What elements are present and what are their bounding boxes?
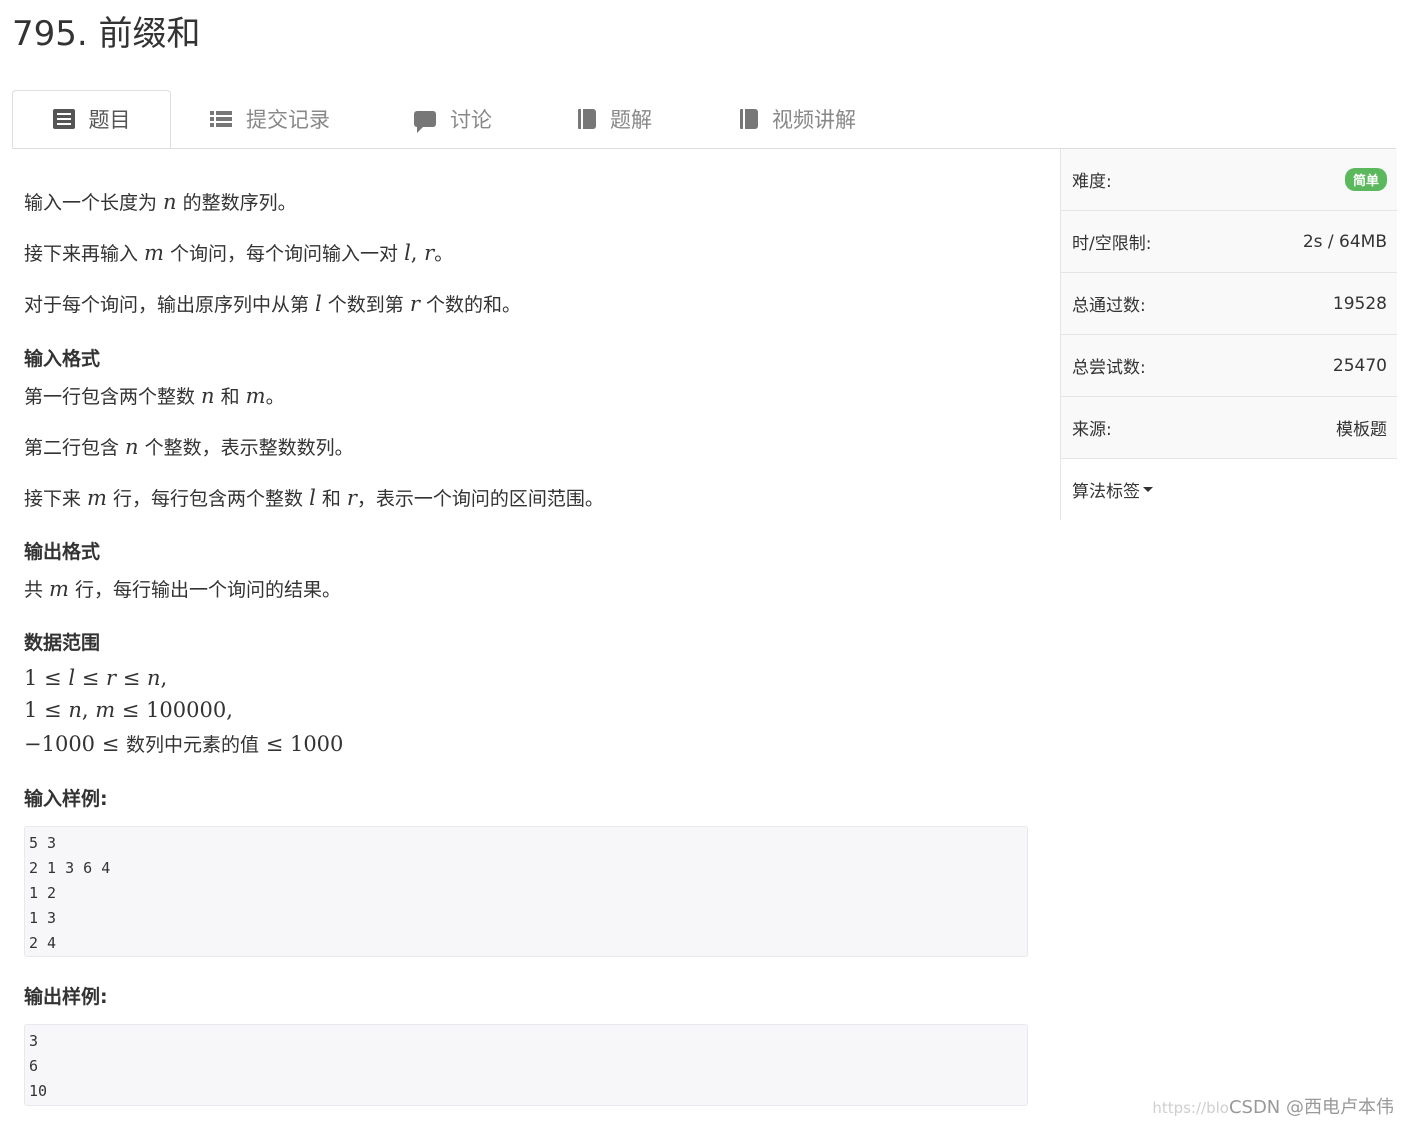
description-line-3: 对于每个询问，输出原序列中从第 l 个数到第 r 个数的和。 <box>24 292 521 316</box>
tab-label: 视频讲解 <box>772 108 856 132</box>
tried-value: 25470 <box>1332 355 1387 376</box>
passed-row: 总通过数: 19528 <box>1061 273 1397 335</box>
tab-label: 讨论 <box>450 108 492 132</box>
data-range-line-2: 1 ≤ n, m ≤ 100000, <box>24 698 233 722</box>
code-line: 2 4 <box>29 934 57 952</box>
code-line: 1 3 <box>29 909 57 927</box>
description-line-1: 输入一个长度为 n 的整数序列。 <box>24 190 297 214</box>
input-format-line-3: 接下来 m 行，每行包含两个整数 l 和 r，表示一个询问的区间范围。 <box>24 486 604 510</box>
source-row: 来源: 模板题 <box>1061 397 1397 459</box>
limit-label: 时/空限制: <box>1072 234 1152 254</box>
tried-row: 总尝试数: 25470 <box>1061 335 1397 397</box>
tab-label: 题目 <box>88 108 131 132</box>
problem-info-panel: 难度: 简单 时/空限制: 2s / 64MB 总通过数: 19528 总尝试数… <box>1060 149 1397 520</box>
data-range-line-1: 1 ≤ l ≤ r ≤ n, <box>24 666 168 690</box>
passed-value: 19528 <box>1332 293 1387 314</box>
sample-output-heading: 输出样例: <box>24 986 108 1008</box>
tab-solutions[interactable]: 题解 <box>578 90 652 148</box>
limit-row: 时/空限制: 2s / 64MB <box>1061 211 1397 273</box>
passed-label: 总通过数: <box>1072 296 1146 316</box>
code-line: 10 <box>29 1082 48 1100</box>
watermark: https://bloCSDN @西电卢本伟 <box>1152 1097 1394 1118</box>
code-line: 5 3 <box>29 834 57 852</box>
tab-label: 题解 <box>610 108 652 132</box>
difficulty-row: 难度: 简单 <box>1061 149 1397 211</box>
limit-value: 2s / 64MB <box>1302 231 1387 252</box>
code-line: 1 2 <box>29 884 57 902</box>
comment-icon <box>414 111 436 133</box>
problem-title: 795. 前缀和 <box>12 14 201 54</box>
book-icon <box>740 109 758 129</box>
caret-down-icon <box>1143 487 1153 492</box>
code-line: 2 1 3 6 4 <box>29 859 111 877</box>
tab-video[interactable]: 视频讲解 <box>740 90 856 148</box>
difficulty-label: 难度: <box>1072 172 1112 192</box>
code-line: 3 <box>29 1032 39 1050</box>
sample-input-heading: 输入样例: <box>24 788 108 810</box>
sample-input-code[interactable]: 5 3 2 1 3 6 4 1 2 1 3 2 4 <box>24 826 1028 957</box>
sample-output-code[interactable]: 3 6 10 <box>24 1024 1028 1106</box>
list-icon <box>210 109 232 129</box>
output-format-heading: 输出格式 <box>24 541 101 563</box>
source-value: 模板题 <box>1336 420 1387 440</box>
description-line-2: 接下来再输入 m 个询问，每个询问输入一对 l, r。 <box>24 241 454 265</box>
tab-label: 提交记录 <box>246 108 330 132</box>
algorithm-tags-toggle[interactable]: 算法标签 <box>1061 459 1397 520</box>
input-format-line-2: 第二行包含 n 个整数，表示整数数列。 <box>24 435 354 459</box>
tried-label: 总尝试数: <box>1072 358 1146 378</box>
code-line: 6 <box>29 1057 39 1075</box>
file-text-icon <box>52 109 75 129</box>
input-format-line-1: 第一行包含两个整数 n 和 m。 <box>24 384 285 408</box>
algorithm-tags-label: 算法标签 <box>1072 482 1140 502</box>
tab-discussion[interactable]: 讨论 <box>414 90 492 148</box>
data-range-heading: 数据范围 <box>24 632 101 654</box>
input-format-heading: 输入格式 <box>24 348 101 370</box>
source-label: 来源: <box>1072 420 1112 440</box>
data-range-line-3: −1000 ≤ 数列中元素的值 ≤ 1000 <box>24 732 344 756</box>
tab-problem[interactable]: 题目 <box>12 90 171 148</box>
difficulty-badge: 简单 <box>1344 168 1387 191</box>
output-format-line-1: 共 m 行，每行输出一个询问的结果。 <box>24 577 342 601</box>
book-icon <box>578 109 596 129</box>
tab-submissions[interactable]: 提交记录 <box>210 90 330 148</box>
tab-bar: 题目 提交记录 讨论 题解 视频讲解 <box>12 90 1396 149</box>
